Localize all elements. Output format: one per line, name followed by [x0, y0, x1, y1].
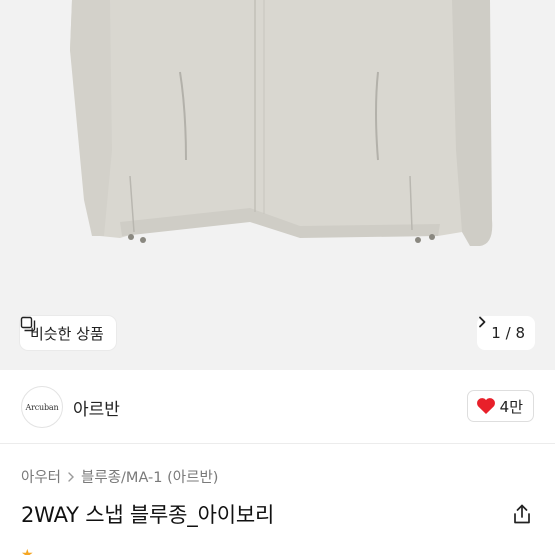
- pager-separator: /: [505, 324, 511, 342]
- pager-current: 1: [491, 324, 501, 342]
- pager-total: 8: [515, 324, 525, 342]
- chevron-right-icon: [68, 471, 75, 482]
- chevron-right-icon: [479, 316, 486, 328]
- product-image[interactable]: 비슷한 상품 1 / 8: [0, 0, 555, 370]
- shop-row: Arcuban 아르반 4만: [0, 370, 555, 444]
- shop-name[interactable]: 아르반: [73, 395, 120, 420]
- star-icon: ★: [21, 547, 34, 555]
- heart-icon: [476, 398, 495, 414]
- like-count: 4만: [499, 397, 523, 416]
- shop-logo-text: Arcuban: [25, 402, 59, 412]
- rating-row: ★: [21, 547, 34, 555]
- image-pager[interactable]: 1 / 8: [477, 316, 535, 350]
- shop-logo[interactable]: Arcuban: [21, 386, 63, 428]
- breadcrumb-item-outer[interactable]: 아우터: [21, 466, 61, 487]
- pager-text: 1 / 8: [491, 324, 525, 342]
- breadcrumb: 아우터 블루종/MA-1 (아르반): [21, 466, 218, 487]
- similar-products-label: 비슷한 상품: [30, 324, 104, 343]
- jacket-illustration: [70, 0, 493, 246]
- like-button[interactable]: 4만: [466, 390, 534, 422]
- share-icon[interactable]: [511, 503, 533, 525]
- breadcrumb-item-category[interactable]: 블루종/MA-1 (아르반): [81, 466, 218, 487]
- product-title: 2WAY 스냅 블루종_아이보리: [21, 503, 275, 527]
- similar-products-button[interactable]: 비슷한 상품: [20, 316, 116, 350]
- similar-items-icon: [20, 316, 36, 332]
